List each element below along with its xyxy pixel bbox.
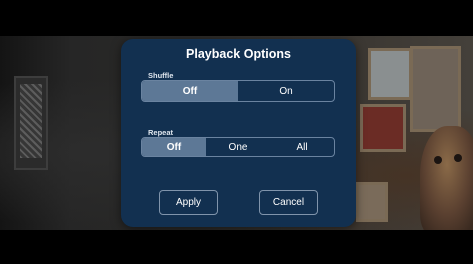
background-character (420, 126, 473, 230)
window-pane (20, 84, 42, 158)
character-eye (454, 154, 462, 162)
repeat-segmented-control: Off One All (141, 137, 335, 157)
repeat-off-option[interactable]: Off (142, 138, 206, 156)
letterbox-bottom (0, 230, 473, 264)
wall-picture (410, 46, 461, 132)
repeat-label: Repeat (148, 128, 174, 137)
dialog-title: Playback Options (186, 47, 291, 61)
shuffle-on-option[interactable]: On (238, 81, 334, 101)
repeat-all-option[interactable]: All (270, 138, 334, 156)
cancel-button[interactable]: Cancel (259, 190, 318, 215)
playback-options-dialog: Playback Options Shuffle Off On Repeat O… (121, 39, 356, 227)
wall-picture (368, 48, 412, 100)
repeat-one-option[interactable]: One (206, 138, 270, 156)
background-window (14, 76, 48, 170)
wall-picture (360, 104, 406, 152)
letterbox-top (0, 0, 473, 36)
apply-button[interactable]: Apply (159, 190, 218, 215)
shuffle-segmented-control: Off On (141, 80, 335, 102)
wall-picture (356, 182, 388, 222)
character-eye (434, 156, 442, 164)
shuffle-label: Shuffle (148, 71, 174, 80)
shuffle-off-option[interactable]: Off (142, 81, 238, 101)
